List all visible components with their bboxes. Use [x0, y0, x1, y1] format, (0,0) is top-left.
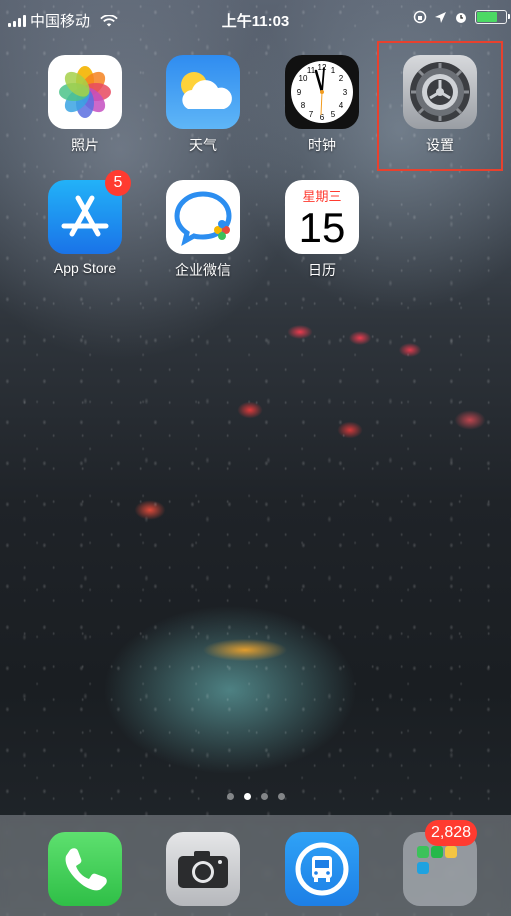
svg-text:6: 6: [320, 113, 325, 122]
app-label: 照片: [71, 137, 99, 153]
wecom-icon: [166, 180, 240, 254]
orientation-lock-icon: [413, 10, 427, 24]
app-clock[interactable]: 12 1 2 345 678 9 10 11 时钟: [262, 55, 382, 155]
page-dot: [226, 793, 234, 800]
page-dot: [260, 793, 268, 800]
app-photos[interactable]: 照片: [25, 55, 145, 155]
page-indicator[interactable]: [0, 793, 511, 800]
app-label: App Store: [53, 260, 117, 276]
svg-text:8: 8: [301, 101, 306, 110]
battery-fill: [477, 12, 497, 22]
svg-text:1: 1: [331, 66, 336, 75]
notification-badge: 2,828: [425, 820, 478, 846]
app-label: 日历: [308, 262, 336, 278]
calendar-weekday: 星期三: [302, 189, 342, 204]
dock-phone[interactable]: [25, 832, 145, 906]
phone-icon: [48, 832, 122, 906]
app-wecom[interactable]: 企业微信: [143, 180, 263, 280]
svg-text:9: 9: [297, 88, 302, 97]
app-calendar[interactable]: 星期三 15 日历: [262, 180, 382, 280]
status-right: [413, 10, 510, 24]
status-bar: 中国移动 上午11:03: [0, 0, 511, 40]
app-label: 企业微信: [175, 262, 231, 278]
svg-text:12: 12: [318, 63, 327, 72]
calendar-icon: 星期三 15: [285, 180, 359, 254]
battery-icon: [475, 10, 510, 24]
notification-badge: 5: [105, 170, 131, 196]
photos-icon: [48, 55, 122, 129]
svg-text:4: 4: [339, 101, 344, 110]
app-weather[interactable]: 天气: [143, 55, 263, 155]
home-screen: 中国移动 上午11:03 照片 天气 12 1 2 3 4 5 6 7 8 9 …: [0, 0, 511, 916]
dock-folder[interactable]: 2,828: [380, 820, 500, 906]
svg-text:10: 10: [299, 74, 308, 83]
location-icon: [435, 11, 446, 23]
svg-text:3: 3: [343, 88, 348, 97]
bus-app-icon: [285, 832, 359, 906]
svg-text:2: 2: [339, 74, 344, 83]
weather-icon: [166, 55, 240, 129]
page-dot: [277, 793, 285, 800]
clock-icon: 12 1 2 345 678 9 10 11: [285, 55, 359, 129]
dock-camera[interactable]: [143, 832, 263, 906]
svg-text:7: 7: [309, 110, 314, 119]
page-dot-active: [243, 793, 251, 800]
dock: 2,828: [0, 815, 511, 916]
app-label: 时钟: [308, 137, 336, 153]
svg-text:5: 5: [331, 110, 336, 119]
dock-bus-app[interactable]: [262, 832, 382, 906]
calendar-day: 15: [298, 204, 346, 251]
camera-icon: [166, 832, 240, 906]
alarm-icon: [456, 13, 466, 23]
app-app-store[interactable]: 5 App Store: [25, 170, 145, 276]
app-label: 天气: [189, 137, 217, 153]
svg-text:11: 11: [307, 66, 316, 75]
settings-highlight-box: [377, 41, 503, 171]
